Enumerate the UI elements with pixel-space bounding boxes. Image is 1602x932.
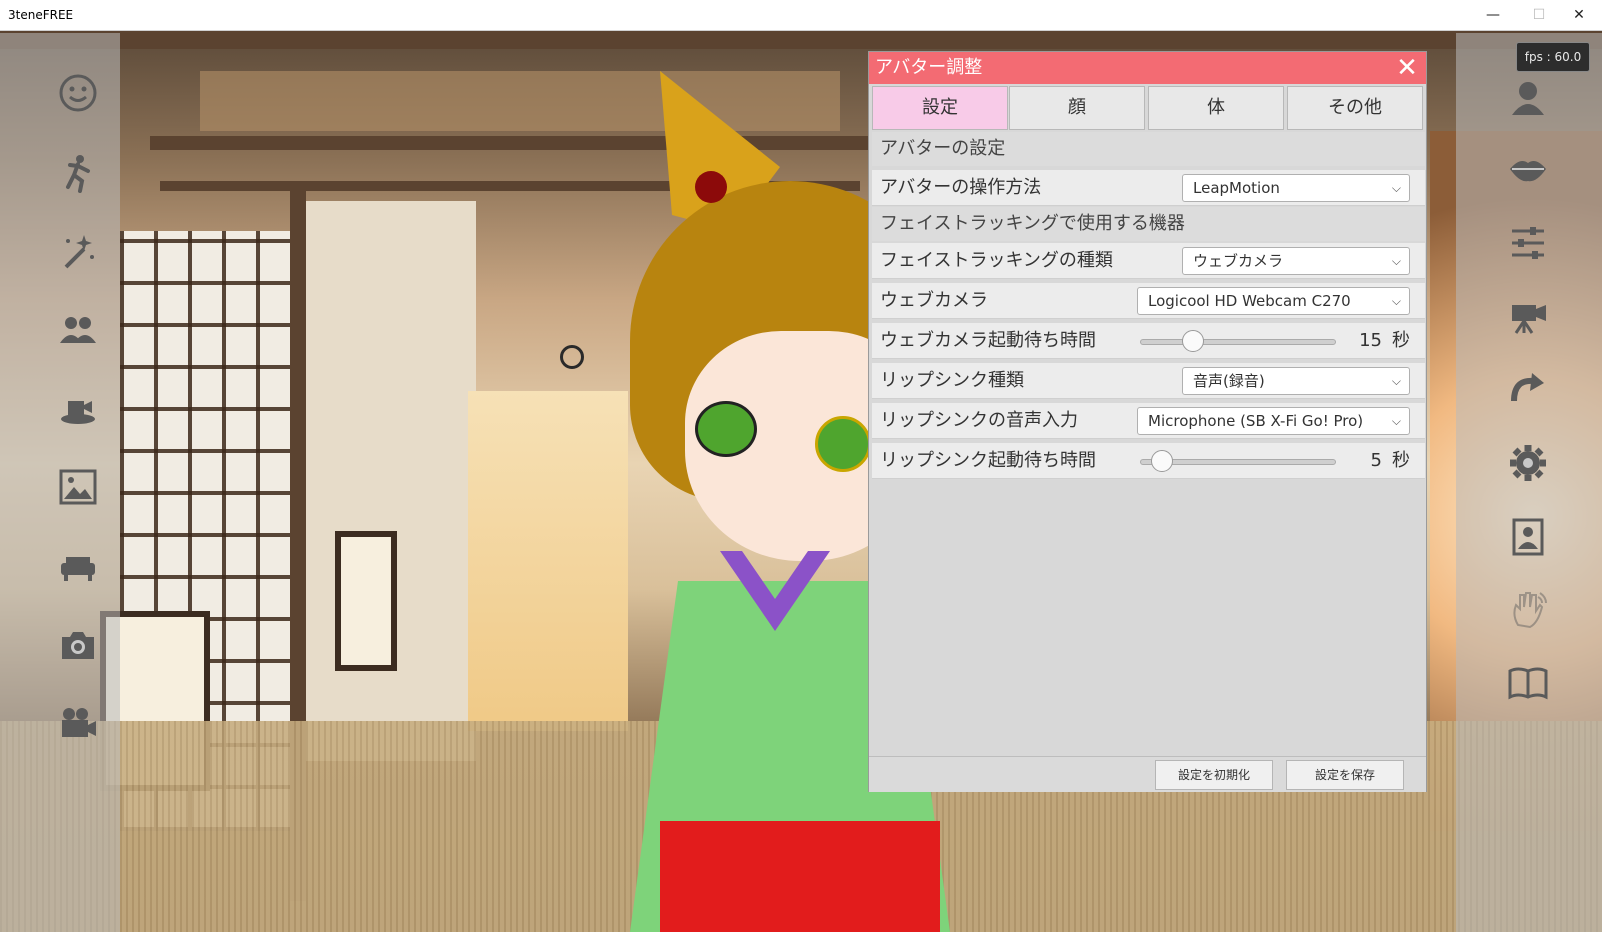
lipsync-wait-unit: 秒 — [1392, 450, 1410, 471]
avatar-eye-right — [815, 416, 871, 472]
row-control-method: アバターの操作方法 LeapMotion ⌵ — [872, 170, 1425, 206]
pose-icon[interactable] — [56, 151, 100, 195]
fps-counter: fps : 60.0 — [1516, 42, 1590, 72]
control-method-dropdown[interactable]: LeapMotion ⌵ — [1182, 174, 1410, 202]
avatar-obi — [660, 821, 940, 932]
chevron-down-icon: ⌵ — [1391, 414, 1401, 428]
face-expression-icon[interactable] — [56, 71, 100, 115]
webcam-wait-unit: 秒 — [1392, 330, 1410, 351]
camera-icon[interactable] — [56, 623, 100, 667]
lips-icon[interactable] — [1506, 147, 1550, 191]
row-lipsync-type: リップシンク種類 音声(録音) ⌵ — [872, 363, 1425, 399]
tab-settings[interactable]: 設定 — [872, 86, 1008, 130]
save-settings-button[interactable]: 設定を保存 — [1286, 760, 1404, 790]
lipsync-wait-label: リップシンク起動待ち時間 — [880, 450, 1096, 471]
row-face-tracking-type: フェイストラッキングの種類 ウェブカメラ ⌵ — [872, 243, 1425, 279]
chevron-down-icon: ⌵ — [1391, 181, 1401, 195]
row-lipsync-wait: リップシンク起動待ち時間 5 秒 — [872, 443, 1425, 479]
avatar-eye-left — [695, 401, 757, 457]
control-method-label: アバターの操作方法 — [880, 177, 1042, 198]
chevron-down-icon: ⌵ — [1391, 254, 1401, 268]
wall-panel — [306, 201, 476, 761]
background-image-icon[interactable] — [56, 465, 100, 509]
avatar-hair-ornament — [695, 171, 727, 203]
stage-object-icon[interactable] — [56, 385, 100, 429]
webcam-wait-slider-thumb[interactable] — [1181, 330, 1204, 352]
avatar-bust-icon[interactable] — [1506, 75, 1550, 119]
chevron-down-icon: ⌵ — [1391, 374, 1401, 388]
face-type-label: フェイストラッキングの種類 — [880, 250, 1113, 271]
webcam-label: ウェブカメラ — [880, 290, 988, 311]
row-lipsync-input: リップシンクの音声入力 Microphone (SB X-Fi Go! Pro)… — [872, 403, 1425, 439]
video-camera-icon[interactable] — [56, 701, 100, 745]
dialog-close-icon[interactable]: ✕ — [1394, 55, 1420, 81]
tab-other[interactable]: その他 — [1287, 86, 1423, 130]
lipsync-input-dropdown[interactable]: Microphone (SB X-Fi Go! Pro) ⌵ — [1137, 407, 1410, 435]
face-type-value: ウェブカメラ — [1193, 252, 1284, 270]
row-webcam-wait: ウェブカメラ起動待ち時間 15 秒 — [872, 323, 1425, 359]
minimize-button[interactable]: — — [1470, 0, 1516, 30]
portrait-frame-icon[interactable] — [1506, 515, 1550, 559]
window-titlebar: 3teneFREE — ☐ ✕ — [0, 0, 1602, 31]
tab-body[interactable]: 体 — [1148, 86, 1284, 130]
dialog-title-bar[interactable]: アバター調整 — [869, 52, 1426, 84]
left-toolbar — [0, 33, 120, 932]
webcam-value: Logicool HD Webcam C270 — [1148, 292, 1351, 310]
settings-gear-icon[interactable] — [1506, 441, 1550, 485]
lipsync-type-value: 音声(録音) — [1193, 372, 1265, 390]
dialog-title: アバター調整 — [875, 57, 983, 78]
lipsync-input-label: リップシンクの音声入力 — [880, 410, 1078, 431]
lipsync-wait-value: 5 — [1370, 450, 1382, 471]
webcam-wait-value: 15 — [1359, 330, 1382, 351]
control-method-value: LeapMotion — [1193, 179, 1280, 197]
window-title: 3teneFREE — [8, 8, 74, 22]
lipsync-input-value: Microphone (SB X-Fi Go! Pro) — [1148, 412, 1364, 430]
paper-lamp — [335, 531, 397, 671]
close-window-button[interactable]: ✕ — [1556, 0, 1602, 30]
manual-book-icon[interactable] — [1506, 661, 1550, 705]
lipsync-type-label: リップシンク種類 — [880, 370, 1024, 391]
lipsync-type-dropdown[interactable]: 音声(録音) ⌵ — [1182, 367, 1410, 395]
right-toolbar — [1456, 33, 1602, 932]
lipsync-wait-slider-thumb[interactable] — [1151, 450, 1174, 472]
wave-hand-icon[interactable] — [1506, 587, 1550, 631]
face-type-dropdown[interactable]: ウェブカメラ ⌵ — [1182, 247, 1410, 275]
rotate-arrow-icon[interactable] — [1506, 369, 1550, 413]
tab-face[interactable]: 顔 — [1009, 86, 1145, 130]
reset-settings-button[interactable]: 設定を初期化 — [1155, 760, 1273, 790]
webcam-wait-slider[interactable] — [1140, 339, 1336, 345]
webcam-dropdown[interactable]: Logicool HD Webcam C270 ⌵ — [1137, 287, 1410, 315]
movie-camera-icon[interactable] — [1506, 295, 1550, 339]
furniture-icon[interactable] — [56, 545, 100, 589]
avatar-adjust-dialog: アバター調整 ✕ 設定 顔 体 その他 アバターの設定 アバターの操作方法 Le… — [868, 51, 1427, 792]
row-webcam: ウェブカメラ Logicool HD Webcam C270 ⌵ — [872, 283, 1425, 319]
chevron-down-icon: ⌵ — [1391, 294, 1401, 308]
group-icon[interactable] — [56, 307, 100, 351]
section-avatar-settings: アバターの設定 — [872, 132, 1425, 166]
sliders-icon[interactable] — [1506, 221, 1550, 265]
section-face-device: フェイストラッキングで使用する機器 — [872, 207, 1425, 241]
effect-wand-icon[interactable] — [56, 229, 100, 273]
dialog-footer: 設定を初期化 設定を保存 — [869, 756, 1426, 792]
webcam-wait-label: ウェブカメラ起動待ち時間 — [880, 330, 1096, 351]
